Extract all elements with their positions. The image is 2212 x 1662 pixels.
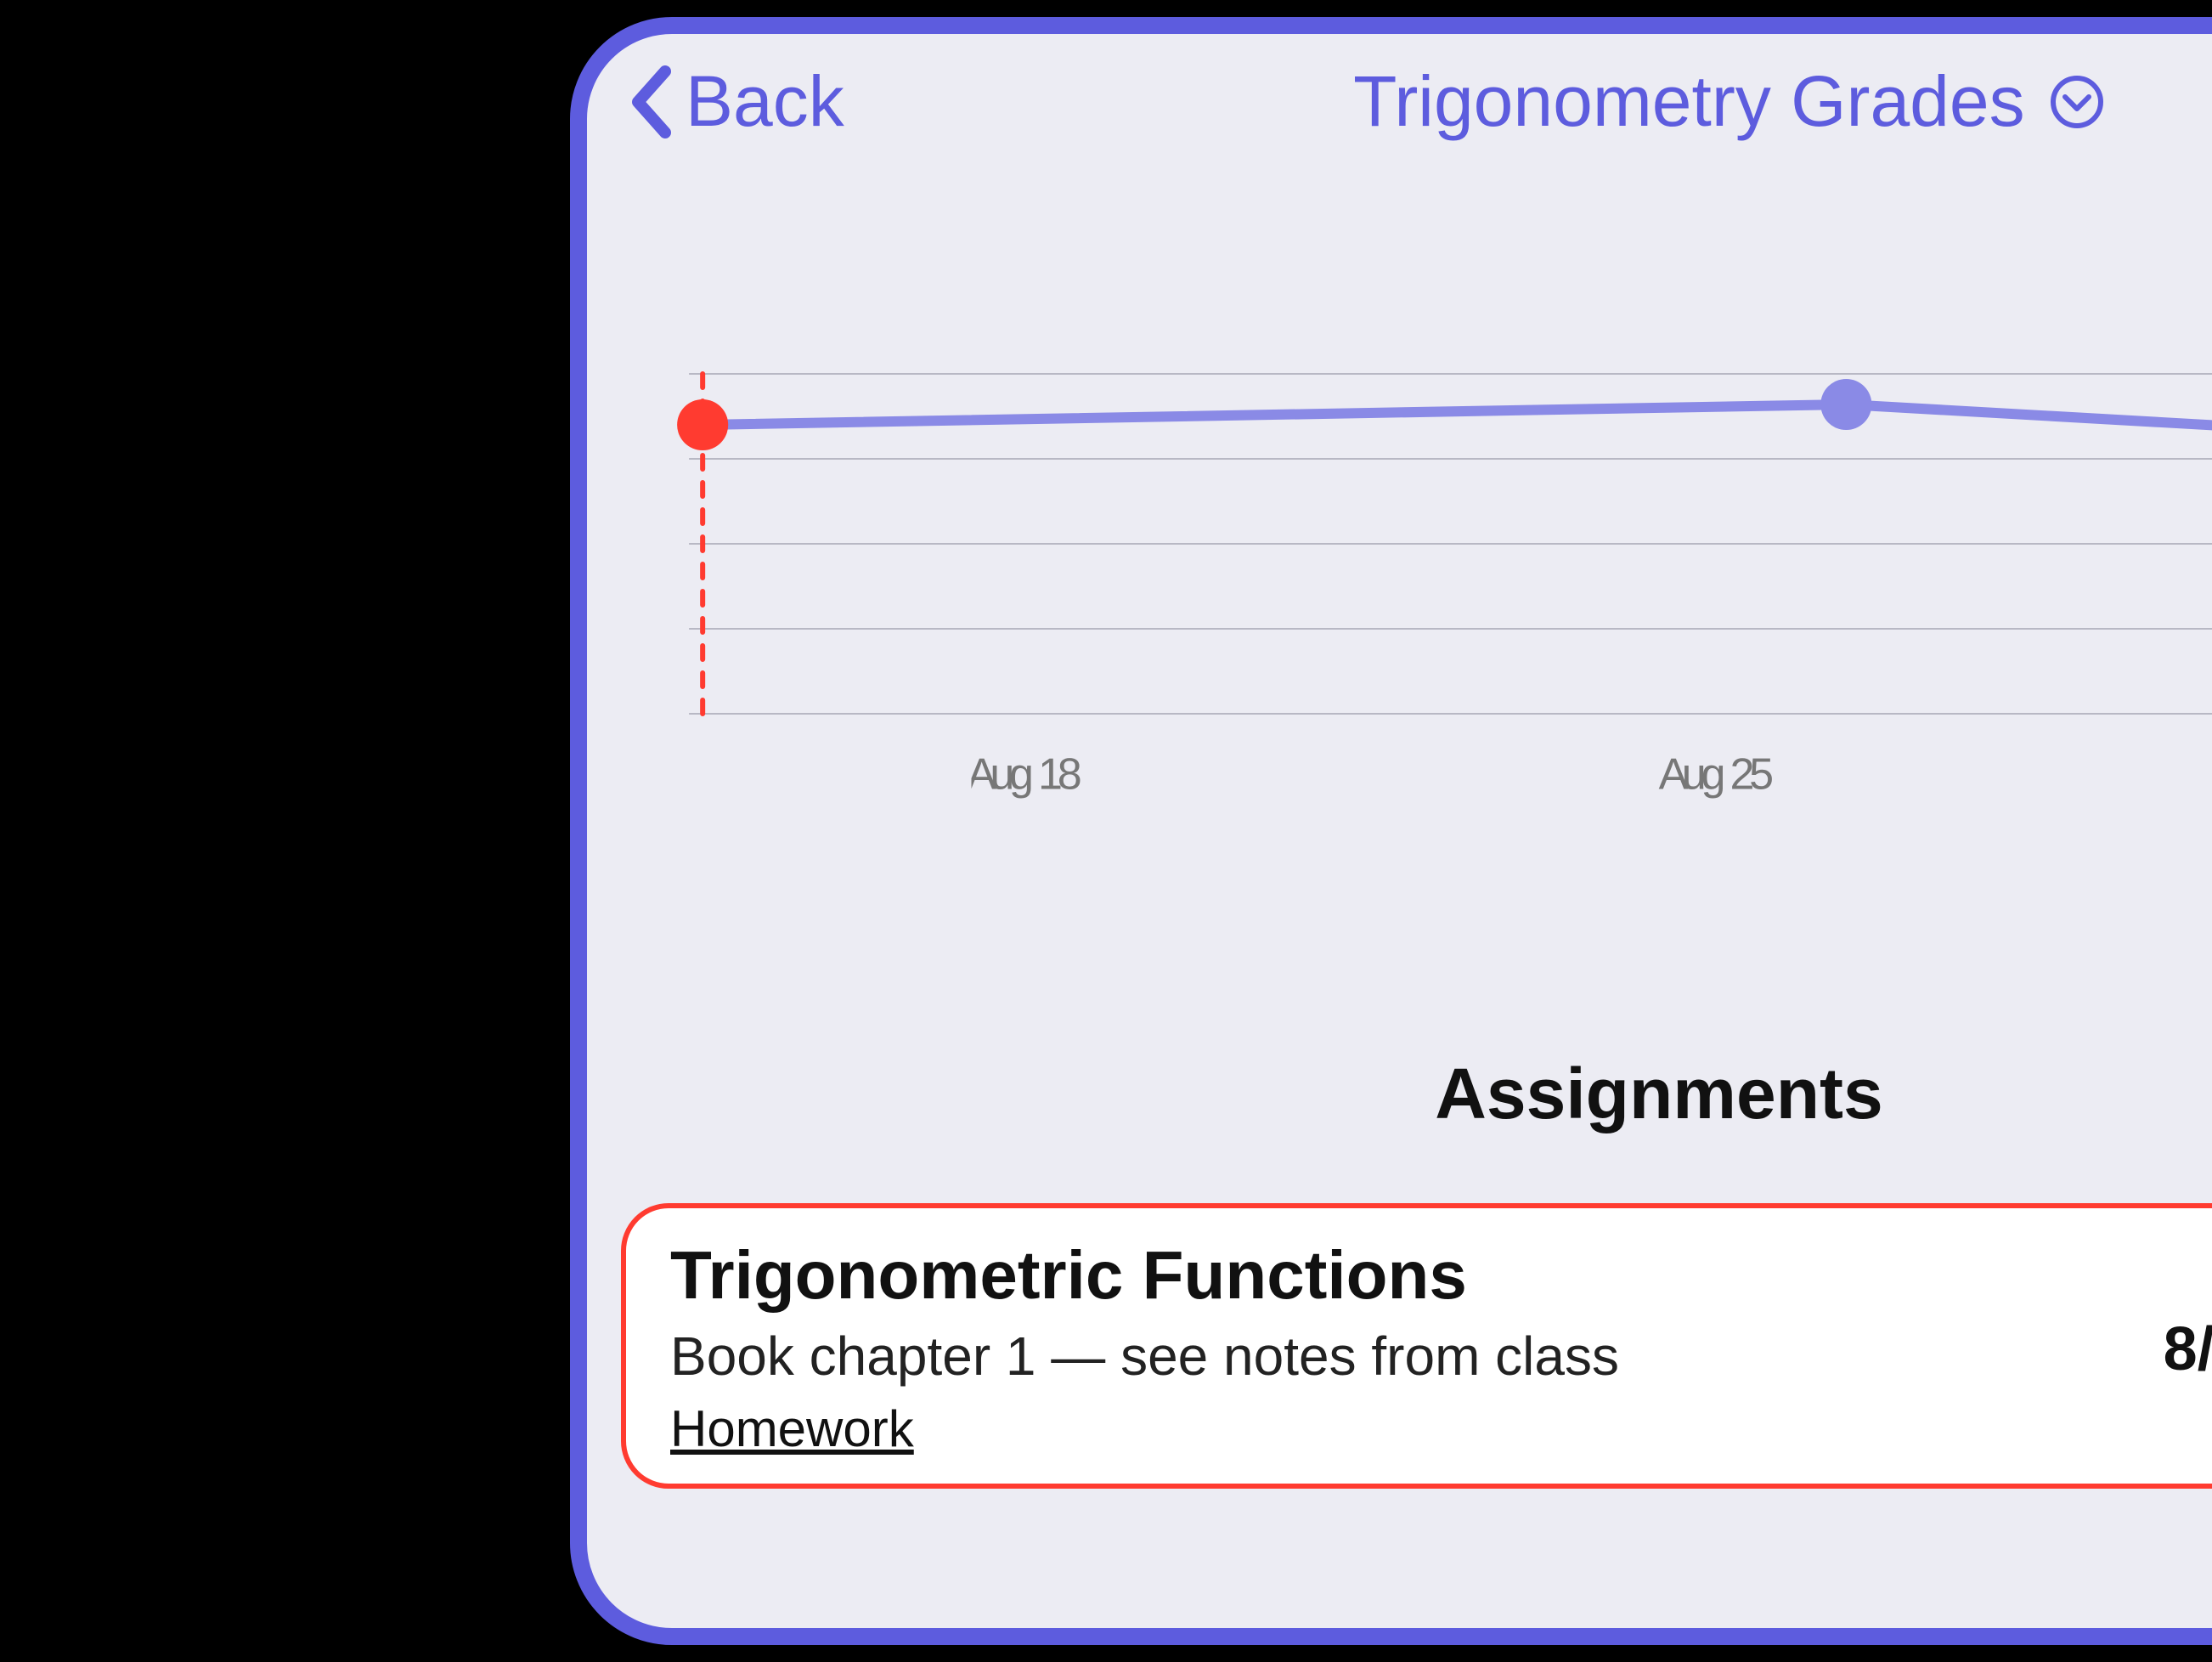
assignment-date: 8/15	[2164, 1314, 2212, 1385]
assignment-card[interactable]: Trigonometric Functions Book chapter 1 —…	[621, 1203, 2212, 1489]
back-button[interactable]: Back	[628, 61, 844, 143]
assignment-category-link[interactable]: Homework	[670, 1402, 914, 1460]
page-title-dropdown[interactable]: Trigonometry Grades	[1353, 61, 2107, 143]
assignment-grade-group: 8/15 B 85.0%	[2164, 1305, 2212, 1393]
chart-point-selected[interactable]	[677, 399, 728, 450]
chevron-left-icon	[628, 65, 675, 139]
grades-chart[interactable]: 100 75 50 25 0 Aug 18 Aug 25 Sep 1	[621, 340, 2212, 901]
assignment-info: Trigonometric Functions Book chapter 1 —…	[670, 1239, 2164, 1460]
assignments-heading: Assignments	[621, 1054, 2212, 1135]
back-label: Back	[686, 61, 844, 143]
chevron-down-circle-icon	[2049, 73, 2107, 131]
chart-point[interactable]	[1820, 379, 1871, 430]
assignment-description: Book chapter 1 — see notes from class	[670, 1326, 2164, 1388]
page-title: Trigonometry Grades	[1353, 61, 2025, 143]
assignment-title: Trigonometric Functions	[670, 1239, 2164, 1315]
grades-screen: Back Trigonometry Grades	[570, 17, 2212, 1645]
header-bar: Back Trigonometry Grades	[621, 51, 2212, 153]
